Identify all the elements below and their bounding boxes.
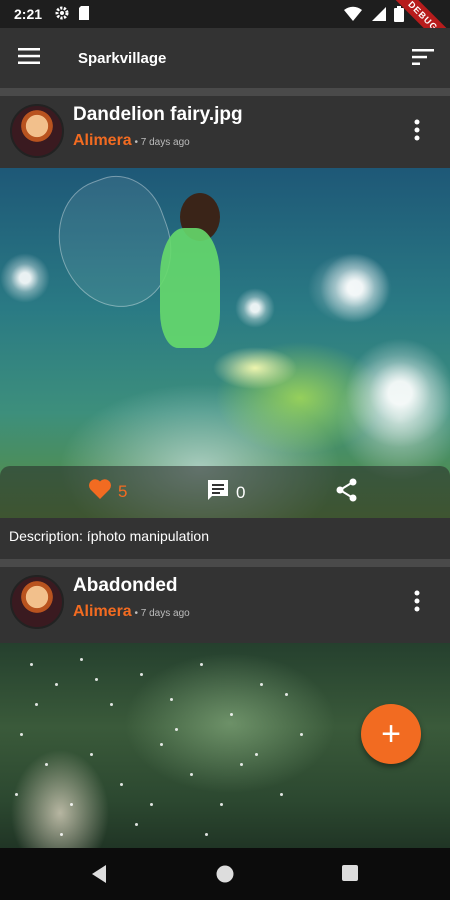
meta-separator: • xyxy=(131,137,141,148)
image-sparkle xyxy=(135,823,138,826)
post-meta: Alimera • 7 days ago xyxy=(73,603,190,621)
image-dandelion xyxy=(345,338,450,448)
app-bar: Sparkvillage xyxy=(0,28,450,88)
post-author[interactable]: Alimera xyxy=(73,603,132,620)
post-time-ago: 7 days ago xyxy=(140,608,190,619)
home-icon[interactable] xyxy=(215,864,235,889)
post-title[interactable]: Dandelion fairy.jpg xyxy=(73,104,243,126)
sd-card-icon xyxy=(78,5,90,24)
image-sparkle xyxy=(120,783,123,786)
image-dandelion xyxy=(320,253,390,323)
image-sparkle xyxy=(15,793,18,796)
comment-button[interactable]: 0 xyxy=(206,478,245,507)
image-sparkle xyxy=(80,658,83,661)
wifi-icon xyxy=(344,6,362,25)
image-sparkle xyxy=(240,763,243,766)
image-sparkle xyxy=(285,693,288,696)
comment-count: 0 xyxy=(236,482,246,502)
hamburger-menu-icon[interactable] xyxy=(18,47,40,70)
share-button[interactable] xyxy=(336,478,358,507)
post-action-bar: 5 0 xyxy=(0,466,450,518)
image-sparkle xyxy=(230,713,233,716)
image-sparkle xyxy=(70,803,73,806)
image-sparkle xyxy=(90,753,93,756)
heart-icon xyxy=(88,478,112,505)
image-sparkle xyxy=(205,833,208,836)
battery-icon xyxy=(394,6,404,25)
image-sparkle xyxy=(190,773,193,776)
image-fairy-body xyxy=(160,228,220,348)
signal-icon xyxy=(370,6,386,25)
share-icon xyxy=(336,478,358,507)
image-sparkle xyxy=(35,703,38,706)
feed-divider xyxy=(0,559,450,567)
status-time: 2:21 xyxy=(14,6,43,22)
image-sparkle xyxy=(260,683,263,686)
image-sparkle xyxy=(110,703,113,706)
back-icon[interactable] xyxy=(90,864,108,889)
like-button[interactable]: 5 xyxy=(88,478,127,505)
post-author[interactable]: Alimera xyxy=(73,132,132,149)
post-image[interactable]: 5 0 xyxy=(0,168,450,518)
image-sparkle xyxy=(150,803,153,806)
image-dandelion xyxy=(0,253,50,303)
meta-separator: • xyxy=(131,608,141,619)
image-sparkle xyxy=(20,733,23,736)
image-sparkle xyxy=(160,743,163,746)
recents-icon[interactable] xyxy=(341,864,359,887)
image-sparkle xyxy=(95,678,98,681)
app-title: Sparkvillage xyxy=(78,49,167,67)
image-dandelion xyxy=(235,288,275,328)
image-sparkle xyxy=(255,753,258,756)
sort-icon[interactable] xyxy=(412,48,434,71)
image-sparkle xyxy=(60,833,63,836)
settings-icon xyxy=(54,5,70,24)
add-post-button[interactable]: + xyxy=(361,704,421,764)
image-sparkle xyxy=(55,683,58,686)
post-card[interactable]: Dandelion fairy.jpg Alimera • 7 days ago xyxy=(0,96,450,559)
post-header: Abadonded Alimera • 7 days ago xyxy=(0,567,450,643)
status-right-icons xyxy=(344,6,404,25)
image-sparkle xyxy=(220,803,223,806)
comment-icon xyxy=(206,478,230,507)
avatar[interactable] xyxy=(10,104,64,158)
more-vert-icon[interactable] xyxy=(412,589,422,613)
image-sparkle xyxy=(200,663,203,666)
image-sparkle xyxy=(300,733,303,736)
image-sparkle xyxy=(30,663,33,666)
post-meta: Alimera • 7 days ago xyxy=(73,132,190,150)
post-time-ago: 7 days ago xyxy=(140,137,190,148)
post-description: Description: íphoto manipulation xyxy=(0,518,450,556)
image-sparkle xyxy=(175,728,178,731)
more-vert-icon[interactable] xyxy=(412,118,422,142)
image-sparkle xyxy=(280,793,283,796)
image-sparkle xyxy=(45,763,48,766)
like-count: 5 xyxy=(118,481,128,501)
status-bar: 2:21 DEBUG xyxy=(0,0,450,61)
system-nav-bar xyxy=(0,848,450,900)
post-title[interactable]: Abadonded xyxy=(73,575,178,597)
avatar[interactable] xyxy=(10,575,64,629)
app-root: 2:21 DEBUG Sparkvillage Dandelion fairy.… xyxy=(0,0,450,900)
feed-divider xyxy=(0,88,450,96)
post-header: Dandelion fairy.jpg Alimera • 7 days ago xyxy=(0,96,450,168)
image-sparkle xyxy=(140,673,143,676)
image-sparkle xyxy=(170,698,173,701)
